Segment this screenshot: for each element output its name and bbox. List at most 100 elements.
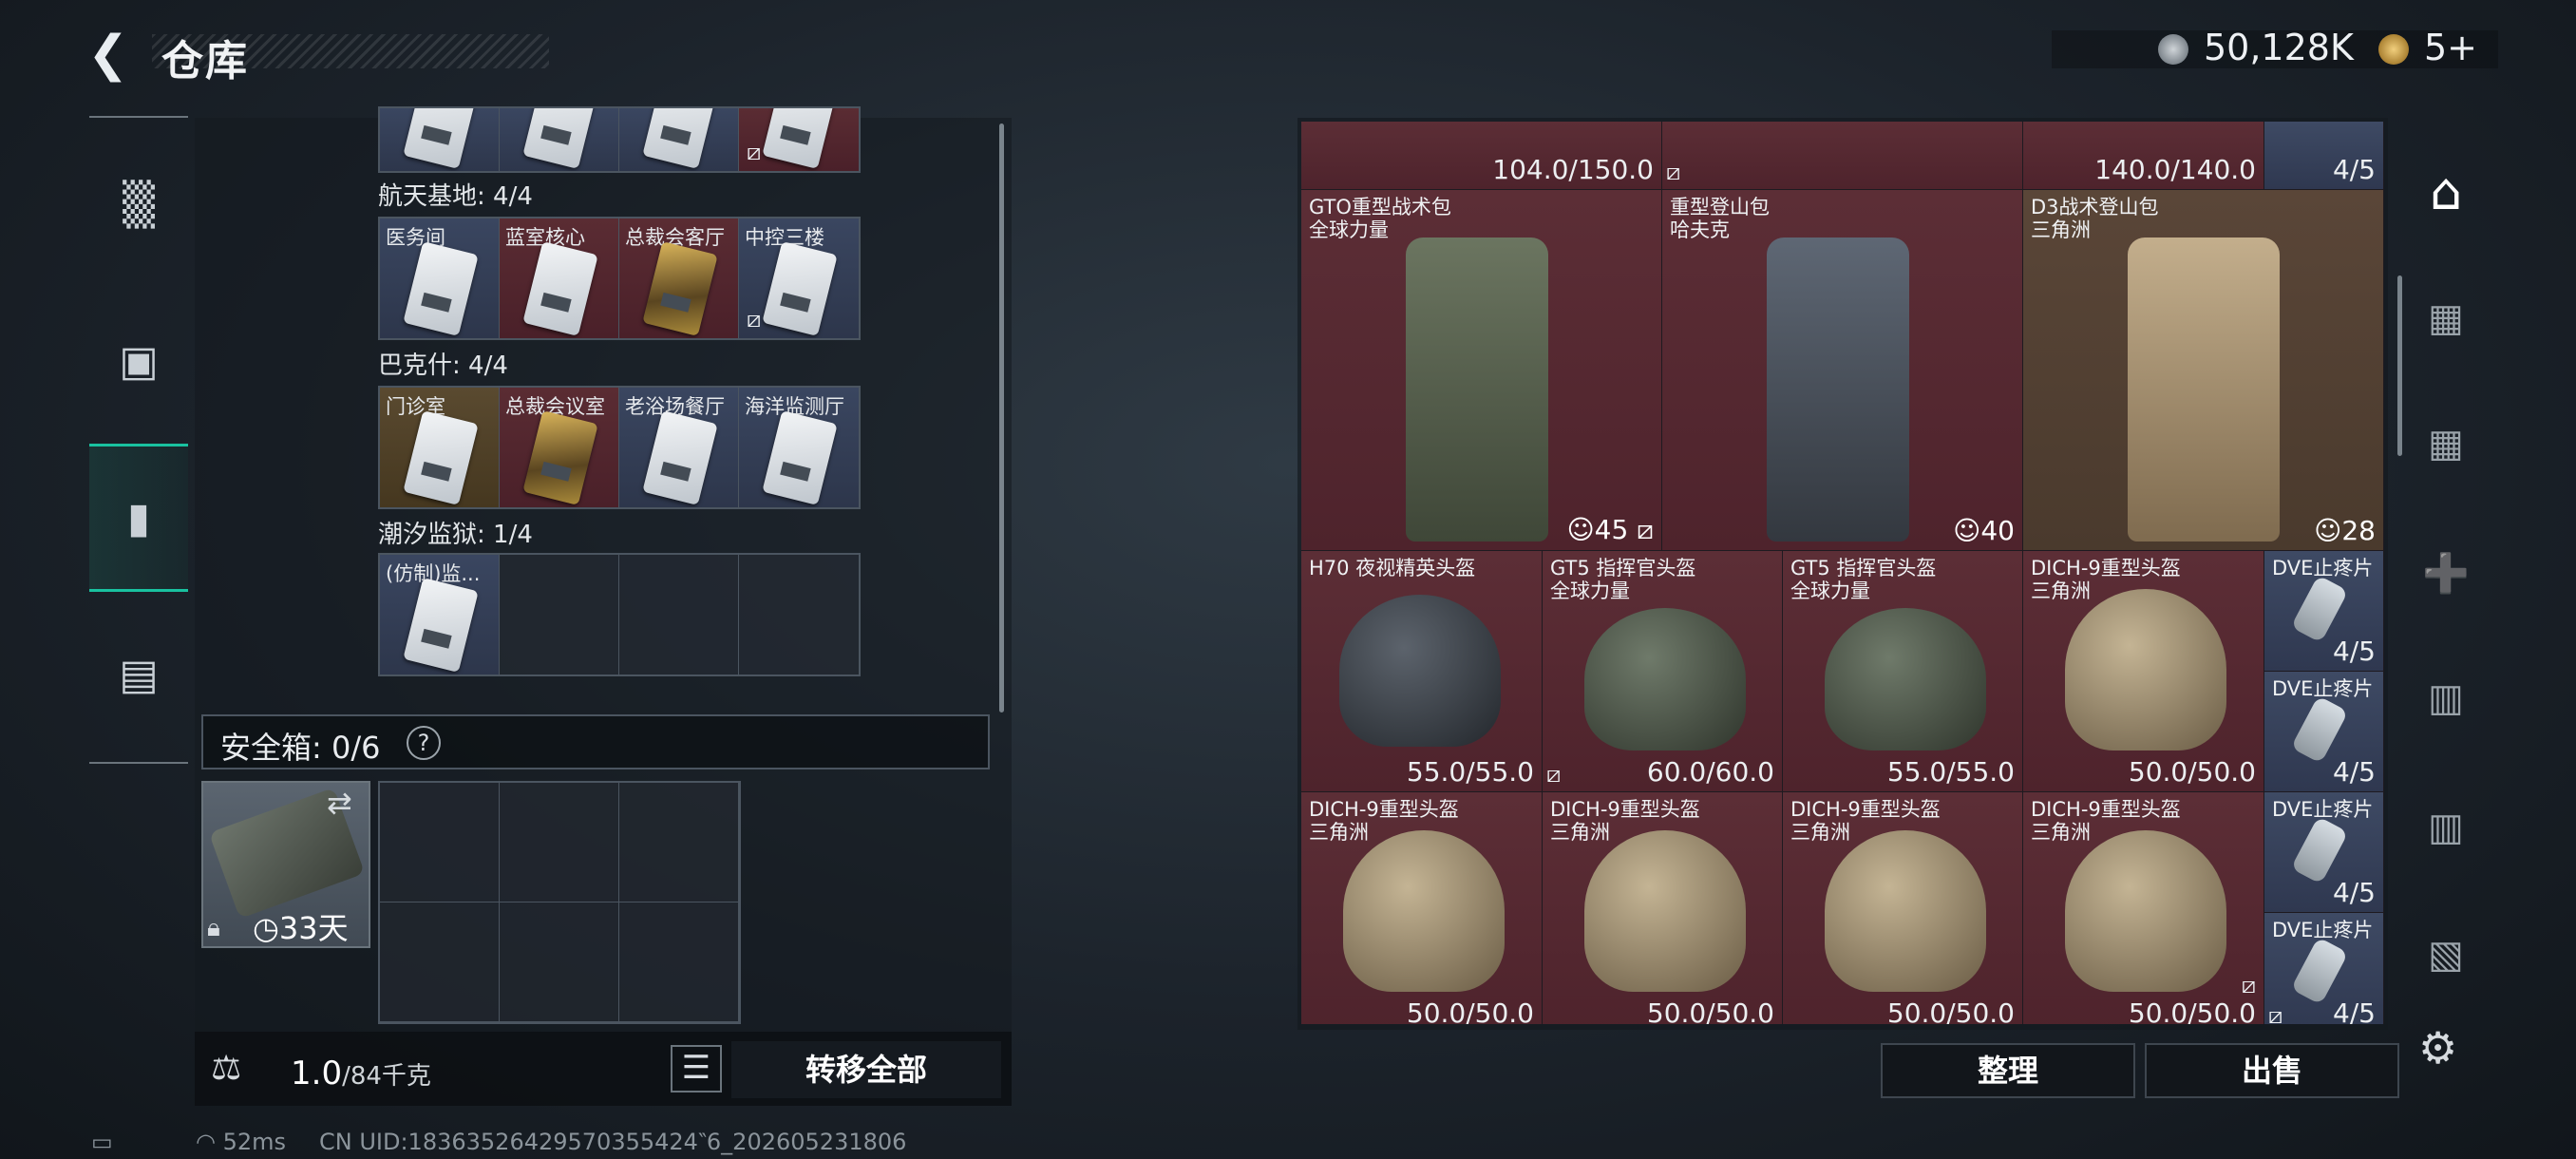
- keycard-icon: [403, 410, 479, 505]
- key-slot[interactable]: 总裁会客厅: [619, 218, 739, 338]
- stash-item[interactable]: 4/5: [2264, 122, 2384, 190]
- key-slot[interactable]: [500, 108, 619, 171]
- backpack-image: [1767, 238, 1909, 542]
- stash-item[interactable]: 104.0/150.0: [1301, 122, 1662, 190]
- currency2-value: 5+: [2424, 27, 2478, 68]
- no-trade-icon: ⧄: [1546, 761, 1562, 788]
- key-slot[interactable]: 总裁会议室: [500, 388, 619, 507]
- helmet-item[interactable]: DICH-9重型头盔 三角洲 50.0/50.0: [2023, 551, 2264, 792]
- delta-coin-icon: [2378, 34, 2409, 65]
- map-section-title: 巴克什: 4/4: [378, 352, 508, 380]
- pill-icon: [2290, 575, 2349, 643]
- key-slot[interactable]: [380, 108, 500, 171]
- key-slot[interactable]: 海洋监测厅: [739, 388, 859, 507]
- no-trade-icon: ⧄: [747, 139, 762, 165]
- backpack-item[interactable]: D3战术登山包 三角洲 ☺28: [2023, 190, 2384, 551]
- item-name: D3战术登山包 三角洲: [2031, 196, 2159, 241]
- med-item[interactable]: DVE止疼片 4/5: [2264, 551, 2384, 672]
- keycard-icon: [642, 410, 718, 505]
- med-item[interactable]: DVE止疼片 ⧄ 4/5: [2264, 913, 2384, 1024]
- helmet-image: [1584, 830, 1746, 992]
- durability: 50.0/50.0: [1406, 998, 1534, 1024]
- no-trade-icon: ⧄: [747, 306, 762, 332]
- helmet-item[interactable]: DICH-9重型头盔 三角洲 ⧄ 50.0/50.0: [2023, 792, 2264, 1024]
- backpack-tab-icon[interactable]: ▮: [89, 444, 188, 592]
- durability: 55.0/55.0: [1406, 756, 1534, 788]
- transfer-all-button[interactable]: 转移全部: [731, 1041, 1001, 1098]
- weapon-tab-icon[interactable]: ▒: [89, 133, 188, 276]
- weight-icon: ⚖: [211, 1049, 242, 1088]
- back-arrow-icon[interactable]: ❮: [87, 28, 139, 80]
- tier-iii-icon[interactable]: ▥: [2413, 665, 2479, 732]
- durability: 60.0/60.0: [1646, 756, 1774, 788]
- currency1-value: 50,128K: [2204, 27, 2354, 68]
- armor-tab-icon[interactable]: ▣: [89, 290, 188, 432]
- item-name: DVE止疼片: [2272, 677, 2374, 700]
- help-icon[interactable]: ?: [407, 726, 441, 760]
- helmet-image: [2065, 589, 2226, 750]
- key-slot[interactable]: 蓝室核心: [500, 218, 619, 338]
- helmet-item[interactable]: DICH-9重型头盔 三角洲 50.0/50.0: [1783, 792, 2023, 1024]
- pill-icon: [2290, 695, 2349, 764]
- stash-scrollbar[interactable]: [2397, 276, 2402, 456]
- keycard-icon: [403, 578, 479, 673]
- safe-days-remaining: ◷33天: [253, 910, 349, 946]
- hafu-coin-icon: [2158, 34, 2188, 65]
- key-slot-empty[interactable]: [500, 555, 619, 674]
- stack-count: 4/5: [2332, 636, 2376, 667]
- stash-item[interactable]: ⧄: [1662, 122, 2023, 190]
- helmet-image: [1584, 608, 1746, 750]
- backpack-image: [2128, 238, 2280, 542]
- toolbox-tab-icon[interactable]: ▤: [89, 603, 188, 746]
- helmet-item[interactable]: DICH-9重型头盔 三角洲 50.0/50.0: [1301, 792, 1543, 1024]
- key-slot[interactable]: 中控三楼 ⧄: [739, 218, 859, 338]
- item-level: ☺40: [1953, 515, 2015, 546]
- key-slot[interactable]: ⧄: [739, 108, 859, 171]
- stash-tab-icon[interactable]: ⌂: [2413, 158, 2479, 224]
- item-name: DVE止疼片: [2272, 919, 2374, 941]
- safe-box-grid[interactable]: [378, 781, 741, 1024]
- sell-button[interactable]: 出售: [2145, 1043, 2399, 1098]
- key-slot-empty[interactable]: [619, 555, 739, 674]
- helmet-image: [2065, 830, 2226, 992]
- stash-item[interactable]: 140.0/140.0: [2023, 122, 2264, 190]
- key-slot[interactable]: 医务间: [380, 218, 500, 338]
- swap-icon[interactable]: ⇄: [327, 785, 352, 821]
- item-name: H70 夜视精英头盔: [1309, 557, 1476, 580]
- folder-1-icon[interactable]: ▦: [2413, 285, 2479, 352]
- page-title: 仓库: [161, 37, 249, 86]
- left-scrollbar[interactable]: [999, 124, 1004, 712]
- helmet-item[interactable]: DICH-9重型头盔 三角洲 50.0/50.0: [1543, 792, 1783, 1024]
- item-name: 重型登山包 哈夫克: [1670, 196, 1770, 241]
- pill-icon: [2290, 816, 2349, 884]
- key-slot[interactable]: 老浴场餐厅: [619, 388, 739, 507]
- gear-icon[interactable]: ⚙: [2418, 1022, 2457, 1074]
- folder-2-icon[interactable]: ▦: [2413, 410, 2479, 477]
- key-slot[interactable]: [619, 108, 739, 171]
- med-item[interactable]: DVE止疼片 4/5: [2264, 792, 2384, 913]
- med-item[interactable]: DVE止疼片 4/5: [2264, 672, 2384, 792]
- sort-button[interactable]: 整理: [1881, 1043, 2135, 1098]
- keycard-icon: [403, 241, 479, 336]
- safe-box-label: 安全箱: 0/6: [220, 730, 381, 766]
- list-icon[interactable]: ☰: [671, 1045, 722, 1092]
- helmet-item[interactable]: GT5 指挥官头盔 全球力量 55.0/55.0: [1783, 551, 2023, 792]
- key-slot[interactable]: (仿制)监...: [380, 555, 500, 674]
- tier-iii-b-icon[interactable]: ▥: [2413, 794, 2479, 861]
- stack-count: 4/5: [2332, 998, 2376, 1024]
- map-section-title: 潮汐监狱: 1/4: [378, 521, 533, 549]
- backpack-item[interactable]: GTO重型战术包 全球力量 ☺45 ⧄: [1301, 190, 1662, 551]
- helmet-item[interactable]: GT5 指挥官头盔 全球力量 ⧄ 60.0/60.0: [1543, 551, 1783, 792]
- key-slot[interactable]: 门诊室: [380, 388, 500, 507]
- helmet-item[interactable]: H70 夜视精英头盔 55.0/55.0: [1301, 551, 1543, 792]
- key-slot-empty[interactable]: [739, 555, 859, 674]
- backpack-item[interactable]: 重型登山包 哈夫克 ☺40: [1662, 190, 2023, 551]
- key-row: 门诊室 总裁会议室 老浴场餐厅 海洋监测厅: [378, 386, 861, 509]
- no-trade-icon: ⧄: [2241, 972, 2256, 998]
- no-trade-icon: ⧄: [2268, 1002, 2283, 1024]
- weight-unit: /84千克: [342, 1062, 431, 1091]
- tier-v-icon[interactable]: ▧: [2413, 922, 2479, 988]
- tier-iv-icon[interactable]: ➕: [2413, 540, 2479, 606]
- helmet-image: [1825, 608, 1986, 750]
- no-trade-icon: ⧄: [1666, 159, 1681, 185]
